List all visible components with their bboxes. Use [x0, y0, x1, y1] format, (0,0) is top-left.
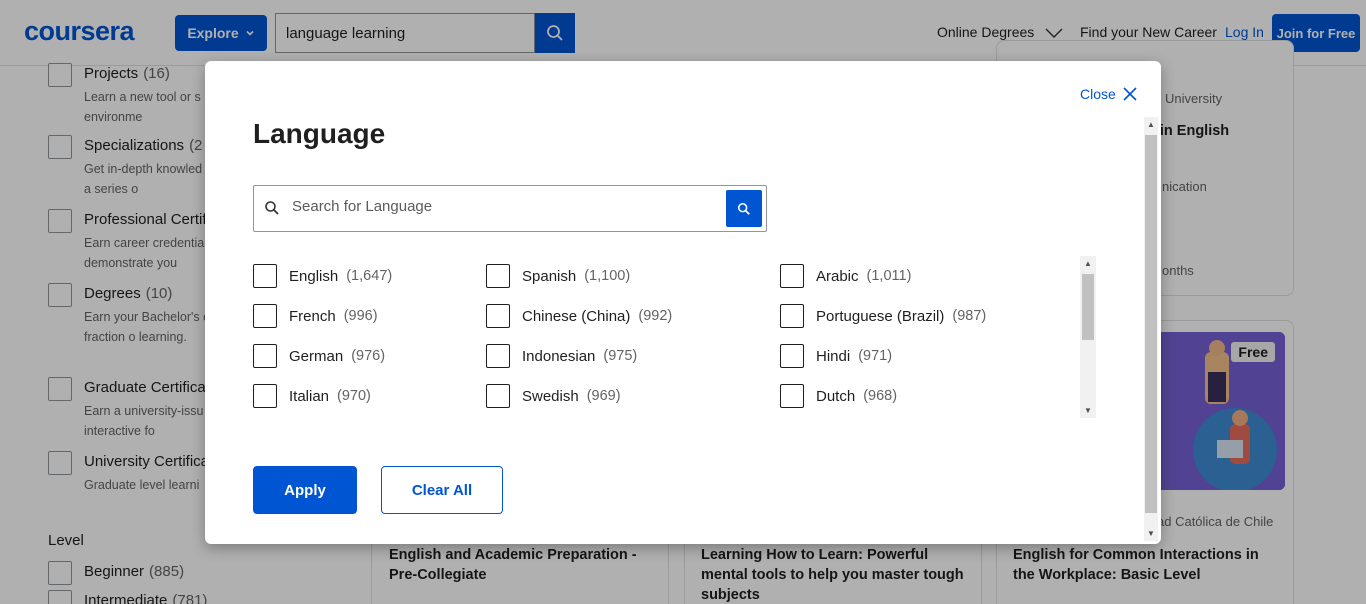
language-checkbox[interactable] [780, 384, 804, 408]
close-button[interactable]: Close [1080, 86, 1137, 102]
scroll-down-arrow-icon[interactable]: ▼ [1147, 529, 1155, 538]
language-filter-modal: ▲ ▼ Close Language English (1,647) Spanis… [205, 61, 1161, 544]
language-option-dutch[interactable]: Dutch (968) [780, 384, 897, 408]
language-option-arabic[interactable]: Arabic (1,011) [780, 264, 911, 288]
language-count: (996) [343, 308, 378, 324]
scroll-down-arrow-icon[interactable]: ▼ [1084, 406, 1092, 415]
language-count: (975) [603, 348, 638, 364]
language-name: Chinese (China) [522, 307, 631, 325]
language-name: Hindi [816, 347, 851, 365]
language-checkbox[interactable] [486, 344, 510, 368]
language-option-english[interactable]: English (1,647) [253, 264, 392, 288]
language-checkbox[interactable] [253, 264, 277, 288]
language-option-portuguese-brazil[interactable]: Portuguese (Brazil) (987) [780, 304, 986, 328]
language-name: Dutch [816, 387, 856, 405]
language-name: French [289, 307, 336, 325]
language-checkbox[interactable] [486, 264, 510, 288]
language-name: Swedish [522, 387, 579, 405]
language-checkbox[interactable] [253, 384, 277, 408]
search-icon [737, 202, 750, 215]
scrollbar-thumb[interactable] [1145, 135, 1157, 513]
language-option-spanish[interactable]: Spanish (1,100) [486, 264, 630, 288]
search-icon [265, 201, 279, 215]
language-name: Arabic [816, 267, 859, 285]
scroll-up-arrow-icon[interactable]: ▲ [1084, 259, 1092, 268]
language-option-indonesian[interactable]: Indonesian (975) [486, 344, 637, 368]
language-checkbox[interactable] [780, 304, 804, 328]
language-checkbox[interactable] [780, 264, 804, 288]
language-count: (1,100) [584, 268, 631, 284]
language-count: (1,011) [866, 268, 912, 284]
apply-button[interactable]: Apply [253, 466, 357, 514]
language-option-chinese-china[interactable]: Chinese (China) (992) [486, 304, 672, 328]
scroll-up-arrow-icon[interactable]: ▲ [1147, 120, 1155, 129]
language-option-german[interactable]: German (976) [253, 344, 385, 368]
language-checkbox[interactable] [486, 384, 510, 408]
language-name: Portuguese (Brazil) [816, 307, 945, 325]
language-checkbox[interactable] [486, 304, 510, 328]
language-count: (970) [337, 388, 371, 404]
language-option-hindi[interactable]: Hindi (971) [780, 344, 892, 368]
language-checkbox[interactable] [780, 344, 804, 368]
language-count: (971) [858, 348, 893, 364]
language-name: Italian [289, 387, 330, 405]
language-count: (969) [586, 388, 621, 404]
language-count: (968) [863, 388, 898, 404]
language-count: (987) [952, 308, 987, 324]
language-option-swedish[interactable]: Swedish (969) [486, 384, 621, 408]
close-icon [1123, 87, 1137, 101]
language-name: Spanish [522, 267, 577, 285]
language-search-input[interactable] [292, 198, 712, 215]
clear-all-button[interactable]: Clear All [381, 466, 503, 514]
language-count: (976) [351, 348, 386, 364]
language-options-list: English (1,647) Spanish (1,100) Arabic (1,0… [253, 256, 1098, 418]
scrollbar-thumb[interactable] [1082, 274, 1094, 340]
language-option-italian[interactable]: Italian (970) [253, 384, 371, 408]
language-checkbox[interactable] [253, 304, 277, 328]
language-search-box [253, 185, 767, 232]
close-label: Close [1080, 86, 1116, 102]
language-name: English [289, 267, 339, 285]
language-search-button[interactable] [726, 190, 762, 227]
modal-scrollbar[interactable]: ▲ ▼ [1144, 117, 1158, 541]
language-name: Indonesian [522, 347, 596, 365]
language-option-french[interactable]: French (996) [253, 304, 378, 328]
language-count: (992) [638, 308, 673, 324]
language-name: German [289, 347, 344, 365]
modal-title: Language [253, 118, 386, 149]
language-count: (1,647) [346, 268, 393, 284]
language-list-scrollbar[interactable]: ▲ ▼ [1080, 256, 1096, 418]
language-checkbox[interactable] [253, 344, 277, 368]
